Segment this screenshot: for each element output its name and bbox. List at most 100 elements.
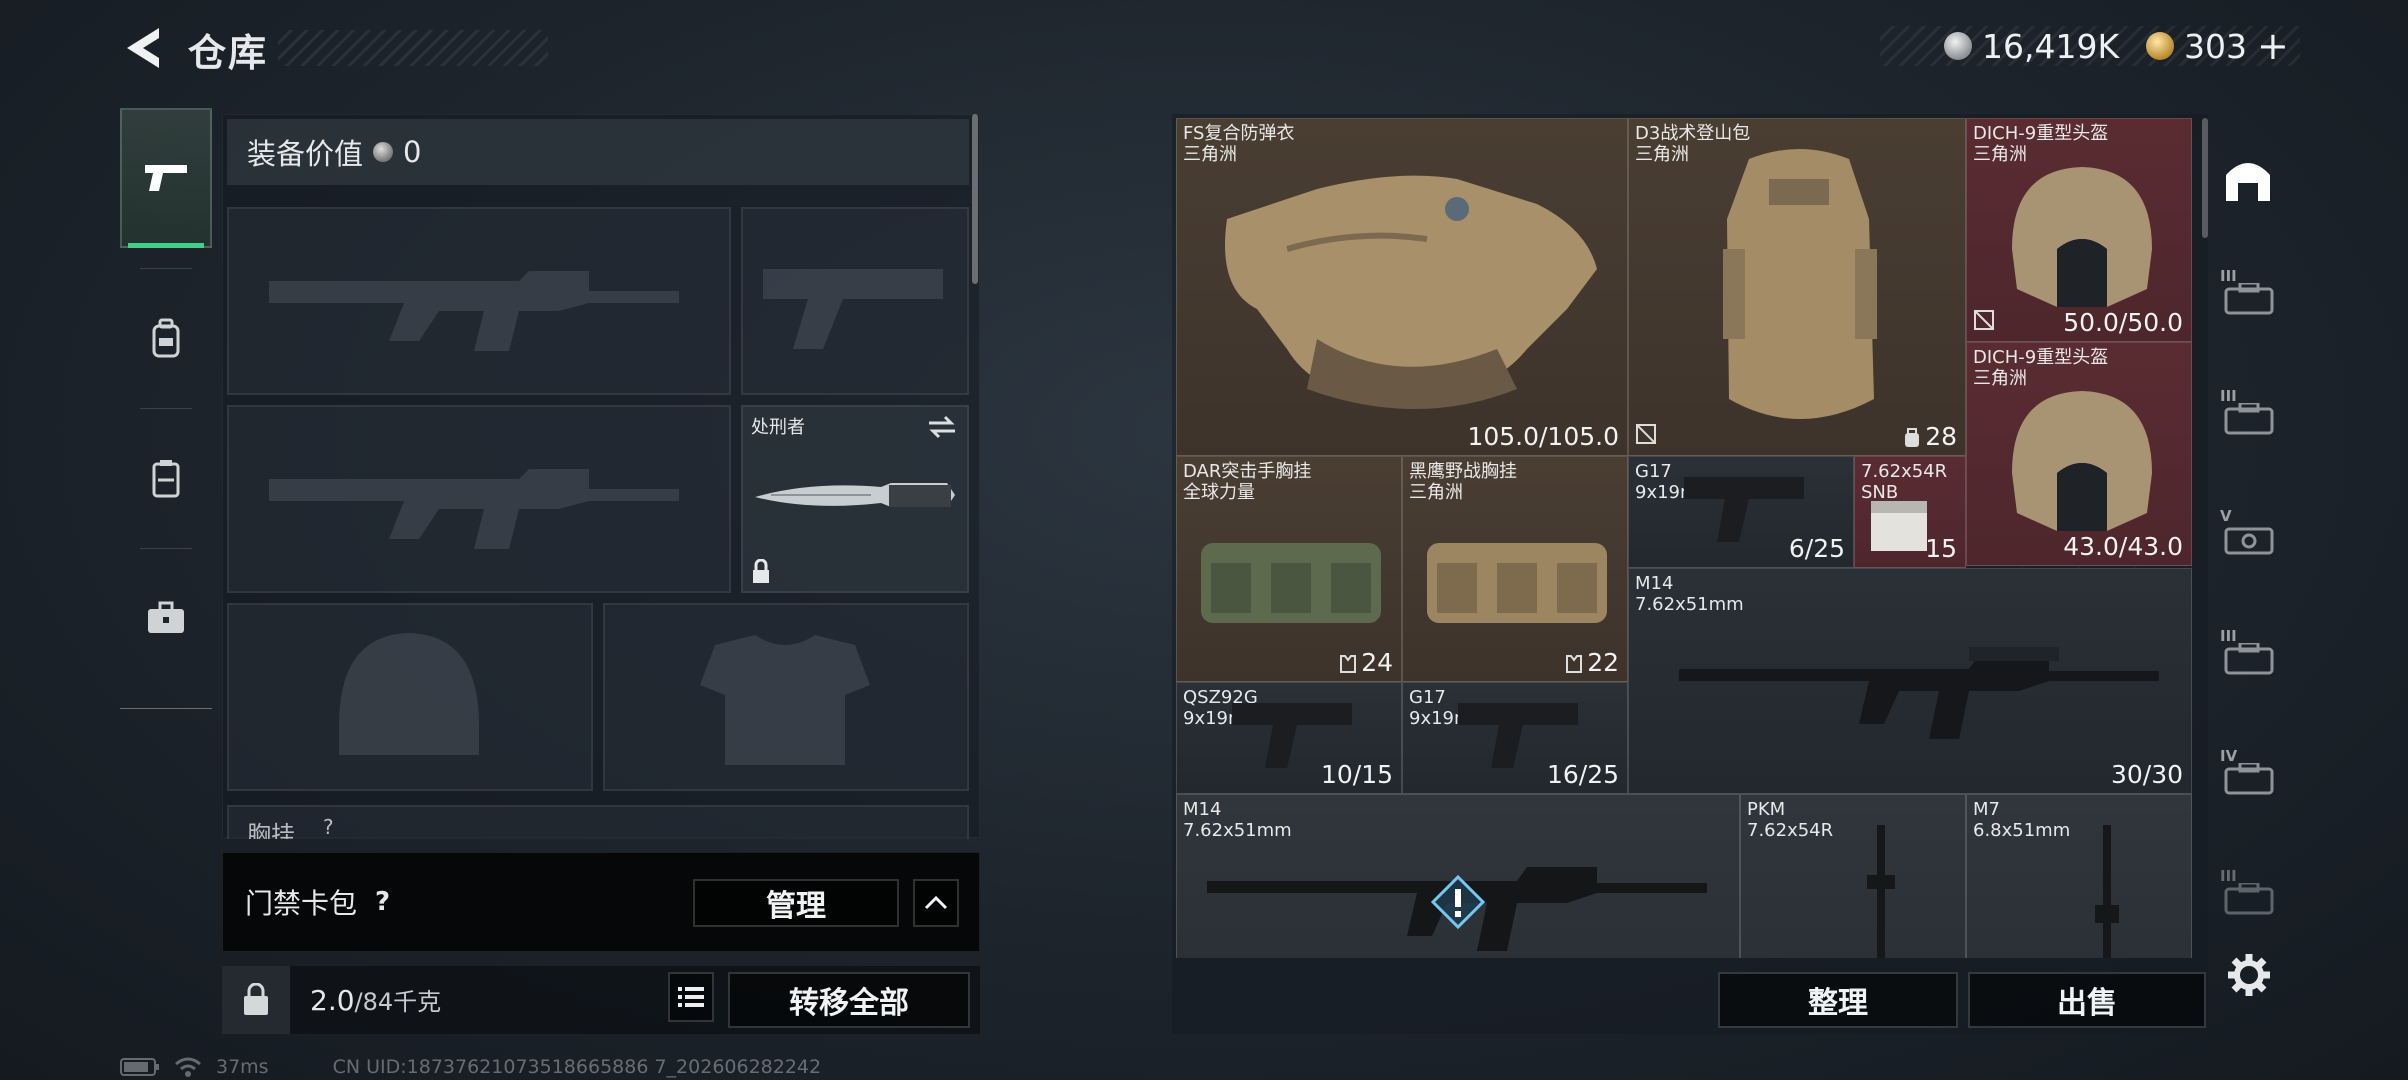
tab-weapons[interactable] bbox=[120, 108, 212, 248]
armor-slot[interactable] bbox=[603, 603, 969, 791]
stash-tab-3b[interactable]: III bbox=[2212, 374, 2284, 454]
stash-item[interactable]: FS复合防弹衣 三角洲 105.0/105.0 bbox=[1176, 118, 1628, 456]
gear-icon bbox=[2228, 954, 2270, 996]
item-name: DICH-9重型头盔 bbox=[1973, 347, 2109, 368]
no-insure-icon bbox=[1973, 309, 1995, 335]
weight-readout: 2.0/84千克 bbox=[310, 982, 441, 1017]
stash-grid: FS复合防弹衣 三角洲 105.0/105.0 D3战术登山包 三角洲 28 DIC… bbox=[1176, 118, 2192, 958]
ammo-box-image bbox=[1871, 501, 1927, 551]
help-icon[interactable]: ? bbox=[375, 887, 390, 917]
stash-item[interactable]: QSZ92G 9x19mm 10/15 bbox=[1176, 682, 1402, 794]
stash-tab-3c[interactable]: III bbox=[2212, 614, 2284, 694]
chevron-up-icon bbox=[924, 896, 948, 910]
no-insure-icon bbox=[1635, 423, 1657, 449]
wifi-icon bbox=[175, 1057, 201, 1077]
equipment-value-row: 装备价值 0 bbox=[227, 119, 969, 185]
stash-item[interactable]: 黑鹰野战胸挂 三角洲 22 bbox=[1402, 456, 1628, 682]
case-level-icon: IV bbox=[2220, 747, 2276, 799]
page-title: 仓库 bbox=[188, 22, 550, 76]
ping-readout: 37ms bbox=[216, 1056, 269, 1078]
stash-item[interactable]: M14 7.62x51mm 30/30 bbox=[1628, 568, 2192, 794]
case-level-icon: III bbox=[2220, 867, 2276, 919]
weight-current: 2.0 bbox=[310, 984, 355, 1017]
secondary-weapon-slot[interactable] bbox=[741, 207, 969, 395]
briefcase-icon bbox=[148, 601, 184, 633]
chest-rig-image bbox=[1201, 543, 1381, 623]
loadout-scrollbar[interactable] bbox=[972, 114, 978, 284]
stash-tab-4[interactable]: IV bbox=[2212, 734, 2284, 814]
weight-icon bbox=[244, 983, 268, 1015]
primary-weapon-slot[interactable] bbox=[227, 207, 731, 395]
stash-item[interactable]: G17 9x19mm 6/25 bbox=[1628, 456, 1854, 568]
rifle-silhouette-icon bbox=[269, 271, 679, 351]
sell-button[interactable]: 出售 bbox=[1968, 972, 2206, 1028]
stash-item[interactable]: DICH-9重型头盔 三角洲 50.0/50.0 bbox=[1966, 118, 2192, 342]
collapse-button[interactable] bbox=[913, 879, 959, 927]
chest-rig-row[interactable]: 胸挂 ? bbox=[227, 805, 969, 839]
item-name: DAR突击手胸挂 bbox=[1183, 461, 1312, 482]
stash-tab-home[interactable] bbox=[2212, 140, 2284, 220]
loadout-panel: 装备价值 0 处刑者 胸挂 ? bbox=[222, 114, 980, 839]
stash-item[interactable]: G17 9x19mm 16/25 bbox=[1402, 682, 1628, 794]
item-name: PKM bbox=[1747, 799, 1786, 820]
item-capacity: 28 bbox=[1903, 422, 1957, 451]
stash-item[interactable]: M14 7.62x51mm bbox=[1176, 794, 1740, 958]
manage-button[interactable]: 管理 bbox=[693, 879, 899, 927]
settings-button[interactable] bbox=[2226, 952, 2272, 998]
stash-item[interactable]: M7 6.8x51mm bbox=[1966, 794, 2192, 958]
sort-button[interactable]: 整理 bbox=[1718, 972, 1958, 1028]
backpack-image bbox=[1723, 149, 1877, 419]
machine-gun-image bbox=[1867, 825, 1895, 958]
help-icon[interactable]: ? bbox=[323, 815, 334, 839]
item-count: 15 bbox=[1925, 534, 1957, 563]
rifle-image bbox=[1679, 647, 2159, 739]
knife-icon bbox=[755, 483, 955, 507]
backpack-icon bbox=[152, 318, 180, 358]
currency-a: 16,419K bbox=[1944, 26, 2119, 66]
stash-tab-3d[interactable]: III bbox=[2212, 854, 2284, 934]
stash-tab-3a[interactable]: III bbox=[2212, 254, 2284, 334]
stash-item[interactable]: D3战术登山包 三角洲 28 bbox=[1628, 118, 1966, 456]
item-ammo: 10/15 bbox=[1320, 760, 1393, 789]
helmet-slot[interactable] bbox=[227, 603, 593, 791]
item-sub: 全球力量 bbox=[1183, 482, 1255, 503]
stash-tab-5[interactable]: V bbox=[2212, 494, 2284, 574]
transfer-all-button[interactable]: 转移全部 bbox=[728, 972, 970, 1028]
tab-gear[interactable] bbox=[120, 268, 212, 408]
stash-item[interactable]: DAR突击手胸挂 全球力量 24 bbox=[1176, 456, 1402, 682]
item-durability: 105.0/105.0 bbox=[1467, 422, 1619, 451]
back-button[interactable] bbox=[118, 22, 168, 74]
swap-icon[interactable] bbox=[927, 415, 957, 439]
weight-bar: 2.0/84千克 转移全部 bbox=[222, 966, 980, 1034]
item-name: M14 bbox=[1635, 573, 1674, 594]
gold-coin-icon bbox=[2146, 32, 2174, 60]
item-durability: 43.0/43.0 bbox=[2063, 532, 2183, 561]
body-armor-image bbox=[1225, 175, 1597, 409]
helmet-silhouette-icon bbox=[339, 633, 479, 755]
tab-case[interactable] bbox=[120, 548, 212, 688]
equipment-value-label: 装备价值 bbox=[247, 137, 364, 171]
helmet-image bbox=[2012, 391, 2152, 531]
list-view-button[interactable] bbox=[668, 972, 714, 1022]
tab-rig[interactable] bbox=[120, 408, 212, 548]
melee-slot[interactable]: 处刑者 bbox=[741, 405, 969, 593]
warning-icon bbox=[1431, 875, 1485, 929]
stash-item[interactable]: 7.62x54R SNB 15 bbox=[1854, 456, 1966, 568]
silver-coin-icon bbox=[373, 142, 394, 162]
melee-name: 处刑者 bbox=[751, 417, 805, 438]
stash-scrollbar[interactable] bbox=[2202, 118, 2208, 238]
vest-small-icon bbox=[1566, 655, 1583, 673]
weight-max: /84千克 bbox=[354, 988, 442, 1016]
item-ammo: 6/25 bbox=[1788, 534, 1845, 563]
case-level-icon: V bbox=[2220, 507, 2276, 559]
add-currency-button[interactable]: + bbox=[2257, 24, 2289, 68]
item-name: M14 bbox=[1183, 799, 1222, 820]
stash-item[interactable]: DICH-9重型头盔 三角洲 43.0/43.0 bbox=[1966, 342, 2192, 566]
chest-rig-image bbox=[1427, 543, 1607, 623]
status-bar: 37ms CN UID:18737621073518665886 7_20260… bbox=[120, 1054, 821, 1080]
stash-item[interactable]: PKM 7.62x54R bbox=[1740, 794, 1966, 958]
silver-coin-icon bbox=[1944, 32, 1972, 60]
currency-b: 303 + bbox=[2146, 24, 2289, 68]
armor-silhouette-icon bbox=[700, 635, 870, 765]
secondary-rifle-slot[interactable] bbox=[227, 405, 731, 593]
